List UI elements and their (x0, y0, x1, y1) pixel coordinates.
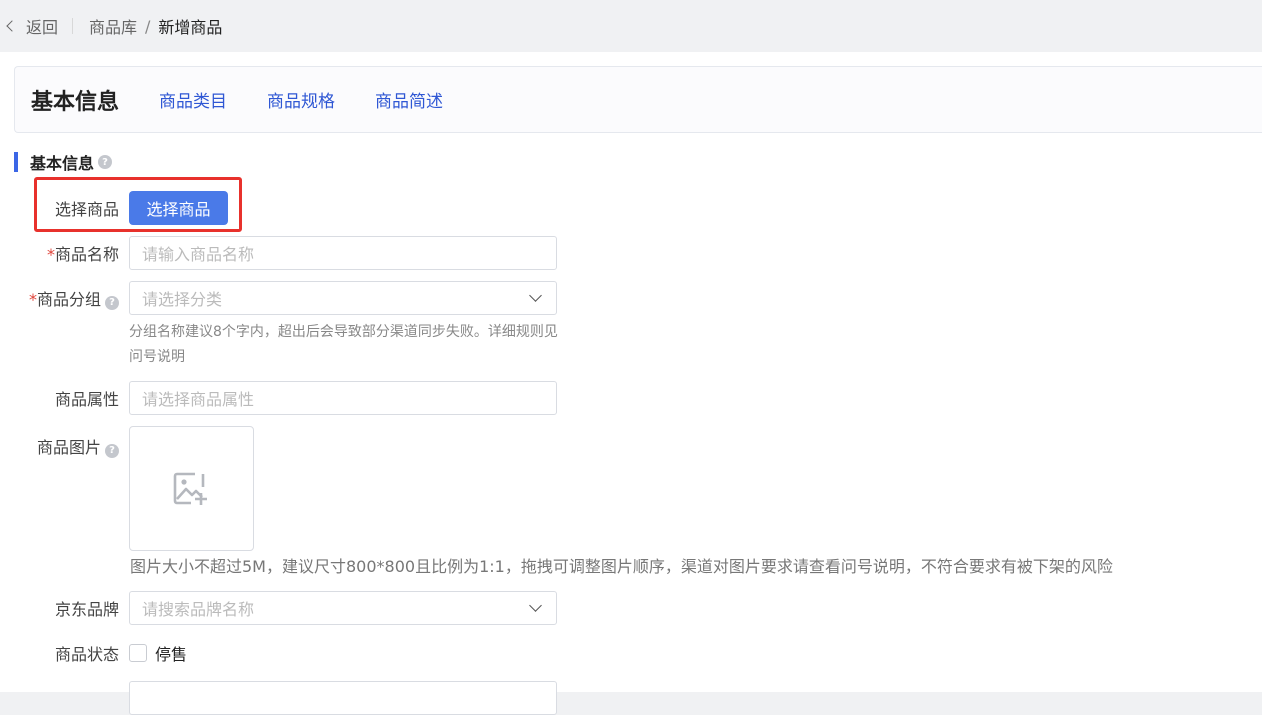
product-attributes-placeholder: 请选择商品属性 (142, 390, 255, 409)
image-add-icon (173, 472, 207, 505)
section-title-text: 基本信息 (30, 154, 95, 173)
row-product-attributes: 商品属性 请选择商品属性 (0, 381, 557, 415)
next-row-input[interactable] (129, 681, 557, 715)
row-product-name: *商品名称 请输入商品名称 (0, 236, 557, 270)
back-label: 返回 (26, 18, 59, 37)
product-status-label: 商品状态 (54, 645, 119, 664)
tab-basic-info[interactable]: 基本信息 (31, 84, 119, 116)
product-attributes-input[interactable]: 请选择商品属性 (129, 381, 557, 415)
row-jd-brand: 京东品牌 请搜索品牌名称 (0, 591, 557, 625)
discontinued-checkbox[interactable] (129, 644, 147, 662)
section-title: 基本信息 ? (14, 152, 113, 173)
jd-brand-select[interactable]: 请搜索品牌名称 (129, 591, 557, 625)
image-upload-box[interactable] (129, 426, 254, 551)
required-mark: * (28, 290, 37, 309)
product-images-hint: 图片大小不超过5M，建议尺寸800*800且比例为1:1，拖拽可调整图片顺序，渠… (130, 557, 1113, 576)
breadcrumb-current: 新增商品 (158, 18, 223, 37)
product-images-label-text: 商品图片 (36, 438, 101, 457)
product-group-hint: 分组名称建议8个字内，超出后会导致部分渠道同步失败。详细规则见问号说明 (129, 324, 558, 365)
jd-brand-label: 京东品牌 (54, 600, 119, 619)
form-card: 基本信息 商品类目 商品规格 商品简述 基本信息 ? 选择商品 选择商品 *商品… (0, 52, 1262, 715)
product-group-label: *商品分组? (0, 286, 119, 310)
product-attributes-label: 商品属性 (54, 390, 119, 409)
tab-product-summary[interactable]: 商品简述 (375, 87, 443, 112)
product-name-input[interactable]: 请输入商品名称 (129, 236, 557, 270)
help-icon[interactable]: ? (105, 443, 119, 458)
product-group-label-text: 商品分组 (36, 290, 101, 309)
product-group-select[interactable]: 请选择分类 (129, 281, 557, 315)
select-product-button[interactable]: 选择商品 (129, 191, 228, 225)
required-mark: * (46, 245, 55, 264)
breadcrumb-product-library[interactable]: 商品库 (89, 14, 137, 38)
product-group-placeholder: 请选择分类 (142, 290, 223, 309)
tab-product-spec[interactable]: 商品规格 (267, 87, 335, 112)
section-accent-bar (14, 152, 18, 172)
row-select-product: 选择商品 选择商品 (0, 191, 228, 225)
chevron-left-icon (6, 20, 18, 32)
row-product-images: 商品图片? (0, 426, 254, 551)
breadcrumb-divider (72, 18, 74, 34)
select-product-label: 选择商品 (54, 200, 119, 219)
chevron-down-icon (529, 289, 542, 302)
discontinued-label[interactable]: 停售 (155, 641, 187, 665)
jd-brand-placeholder: 请搜索品牌名称 (142, 600, 255, 619)
chevron-down-icon (529, 599, 542, 612)
product-name-placeholder: 请输入商品名称 (142, 245, 255, 264)
product-name-label: *商品名称 (0, 241, 119, 265)
help-icon[interactable]: ? (105, 295, 119, 310)
product-images-label: 商品图片? (0, 434, 119, 458)
back-button[interactable]: 返回 (4, 14, 58, 38)
row-product-status: 商品状态 停售 (0, 636, 187, 670)
breadcrumb-bar: 返回 商品库 / 新增商品 (0, 0, 1262, 52)
product-name-label-text: 商品名称 (54, 245, 119, 264)
anchor-tabs: 基本信息 商品类目 商品规格 商品简述 (14, 66, 1262, 133)
row-product-group: *商品分组? 请选择分类 (0, 281, 557, 315)
help-icon[interactable]: ? (98, 155, 113, 169)
tab-product-category[interactable]: 商品类目 (159, 87, 227, 112)
row-next-partial (0, 681, 557, 715)
breadcrumb-separator: / (145, 16, 151, 36)
